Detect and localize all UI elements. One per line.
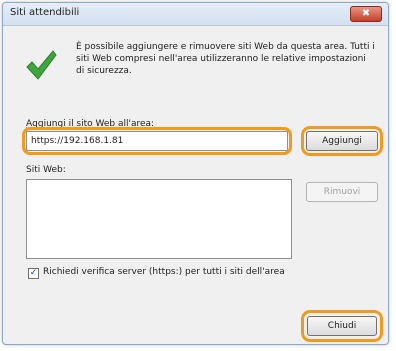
websites-list[interactable] [26,179,292,259]
title-bar: Siti attendibili ✖ [3,3,388,26]
require-https-checkbox[interactable]: ✓ [28,268,39,279]
dialog-title: Siti attendibili [10,7,80,18]
info-text: È possibile aggiungere e rimuovere siti … [76,42,375,76]
highlight-close-button [301,310,383,342]
checkmark-icon [26,50,57,80]
close-window-button[interactable]: ✖ [350,6,382,22]
websites-label: Siti Web: [26,165,66,175]
highlight-add-button [301,126,383,156]
require-https-label: Richiedi verifica server (https:) per tu… [43,267,285,277]
trusted-sites-dialog: Siti attendibili ✖ È possibile aggiunger… [2,2,389,345]
highlight-url-input [22,127,292,155]
remove-button[interactable]: Rimuovi [306,182,378,202]
